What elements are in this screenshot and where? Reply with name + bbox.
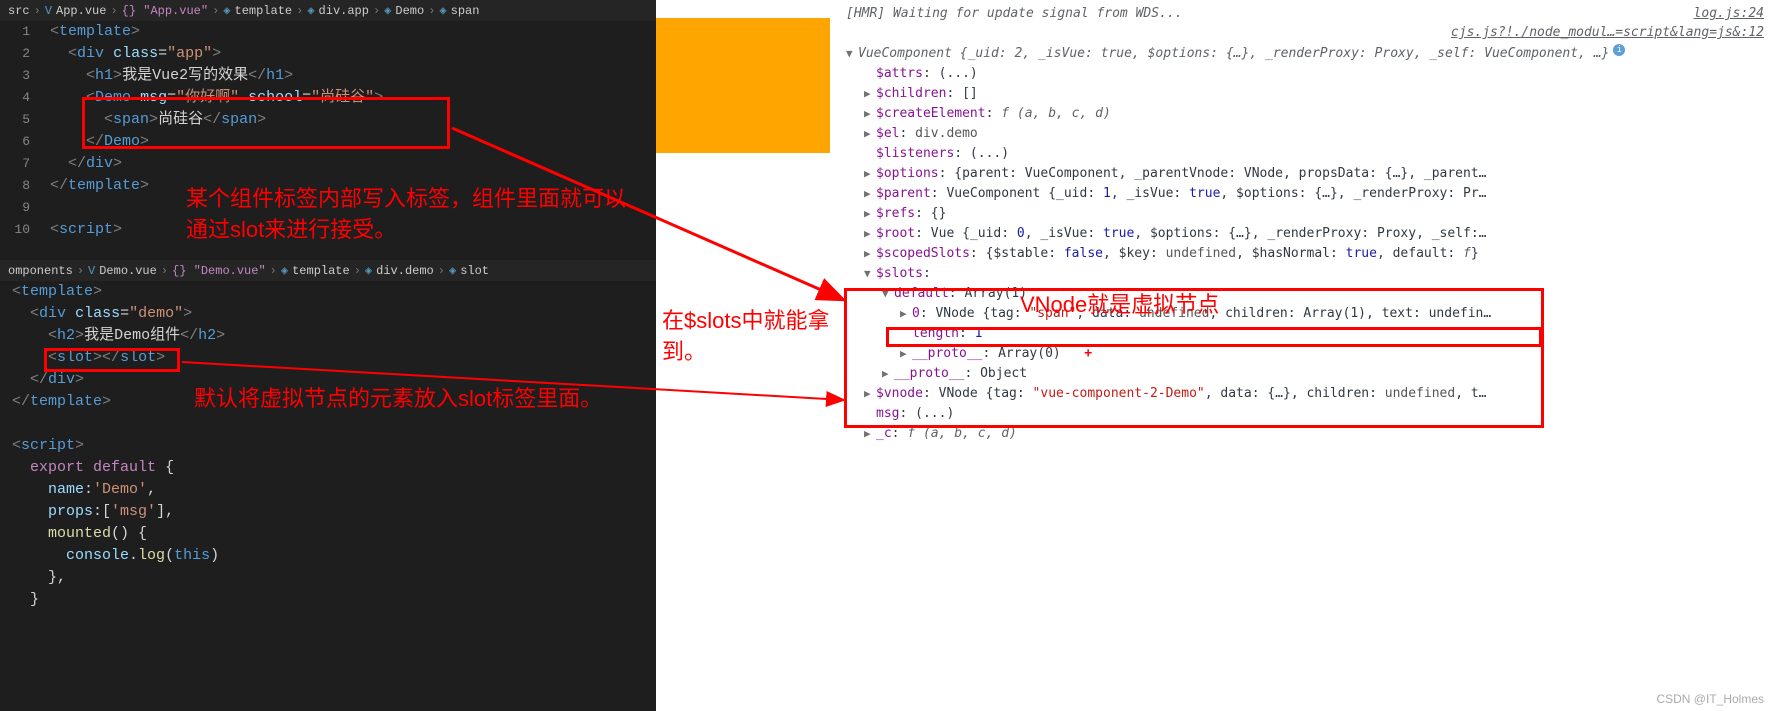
bc-src[interactable]: src xyxy=(8,4,30,18)
expand-icon[interactable] xyxy=(864,124,876,144)
bc-brace[interactable]: {} "App.vue" xyxy=(122,4,208,18)
bc-span[interactable]: span xyxy=(451,4,480,18)
anno-dollar-slots: 在$slots中就能拿到。 xyxy=(662,306,832,368)
expand-icon[interactable] xyxy=(864,424,876,444)
bc-slot[interactable]: slot xyxy=(460,264,489,278)
expand-icon[interactable] xyxy=(864,84,876,104)
breadcrumb-top[interactable]: src› VApp.vue› {} "App.vue"› ◈template› … xyxy=(0,0,656,21)
source-link[interactable]: cjs.js?!./node_modul…=script&lang=js&:12 xyxy=(1451,25,1764,40)
expand-icon[interactable] xyxy=(846,44,858,64)
expand-icon[interactable] xyxy=(864,104,876,124)
expand-icon[interactable] xyxy=(864,244,876,264)
hmr-msg: [HMR] Waiting for update signal from WDS… xyxy=(846,6,1183,21)
bc-template2[interactable]: template xyxy=(292,264,350,278)
root-obj[interactable]: VueComponent {_uid: 2, _isVue: true, $op… xyxy=(858,44,1609,64)
console-output[interactable]: [HMR] Waiting for update signal from WDS… xyxy=(836,0,1774,450)
line-gutter: 12345678910 xyxy=(0,21,40,241)
bc-appvue[interactable]: App.vue xyxy=(56,4,106,18)
orange-preview-block xyxy=(656,18,830,153)
watermark: CSDN @IT_Holmes xyxy=(1656,692,1764,706)
bc-components[interactable]: omponents xyxy=(8,264,73,278)
bc-demo[interactable]: Demo xyxy=(395,4,424,18)
bc-brace2[interactable]: {} "Demo.vue" xyxy=(172,264,266,278)
bc-demovue[interactable]: Demo.vue xyxy=(99,264,157,278)
expand-icon[interactable] xyxy=(864,384,876,404)
bc-divdemo[interactable]: div.demo xyxy=(376,264,434,278)
expand-icon[interactable] xyxy=(882,284,894,304)
anno-slot-explain: 某个组件标签内部写入标签，组件里面就可以通过slot来进行接受。 xyxy=(186,184,646,246)
anno-vnode: VNode就是虚拟节点 xyxy=(1020,290,1219,321)
code-bottom[interactable]: <template> <div class="demo"> <h2>我是Demo… xyxy=(12,281,656,611)
info-icon[interactable]: i xyxy=(1613,44,1625,56)
bc-div[interactable]: div.app xyxy=(319,4,369,18)
expand-icon[interactable] xyxy=(900,304,912,324)
expand-icon[interactable] xyxy=(864,164,876,184)
expand-icon[interactable] xyxy=(864,204,876,224)
expand-icon[interactable] xyxy=(900,344,912,364)
anno-default-slot: 默认将虚拟节点的元素放入slot标签里面。 xyxy=(194,384,624,415)
expand-icon[interactable] xyxy=(864,224,876,244)
editor-demo-vue: omponents› VDemo.vue› {} "Demo.vue"› ◈te… xyxy=(0,260,656,711)
expand-icon[interactable] xyxy=(864,264,876,284)
bc-template[interactable]: template xyxy=(235,4,293,18)
log-link[interactable]: log.js:24 xyxy=(1694,6,1764,21)
expand-icon[interactable] xyxy=(882,364,894,384)
breadcrumb-bottom[interactable]: omponents› VDemo.vue› {} "Demo.vue"› ◈te… xyxy=(0,260,656,281)
expand-icon[interactable] xyxy=(864,184,876,204)
